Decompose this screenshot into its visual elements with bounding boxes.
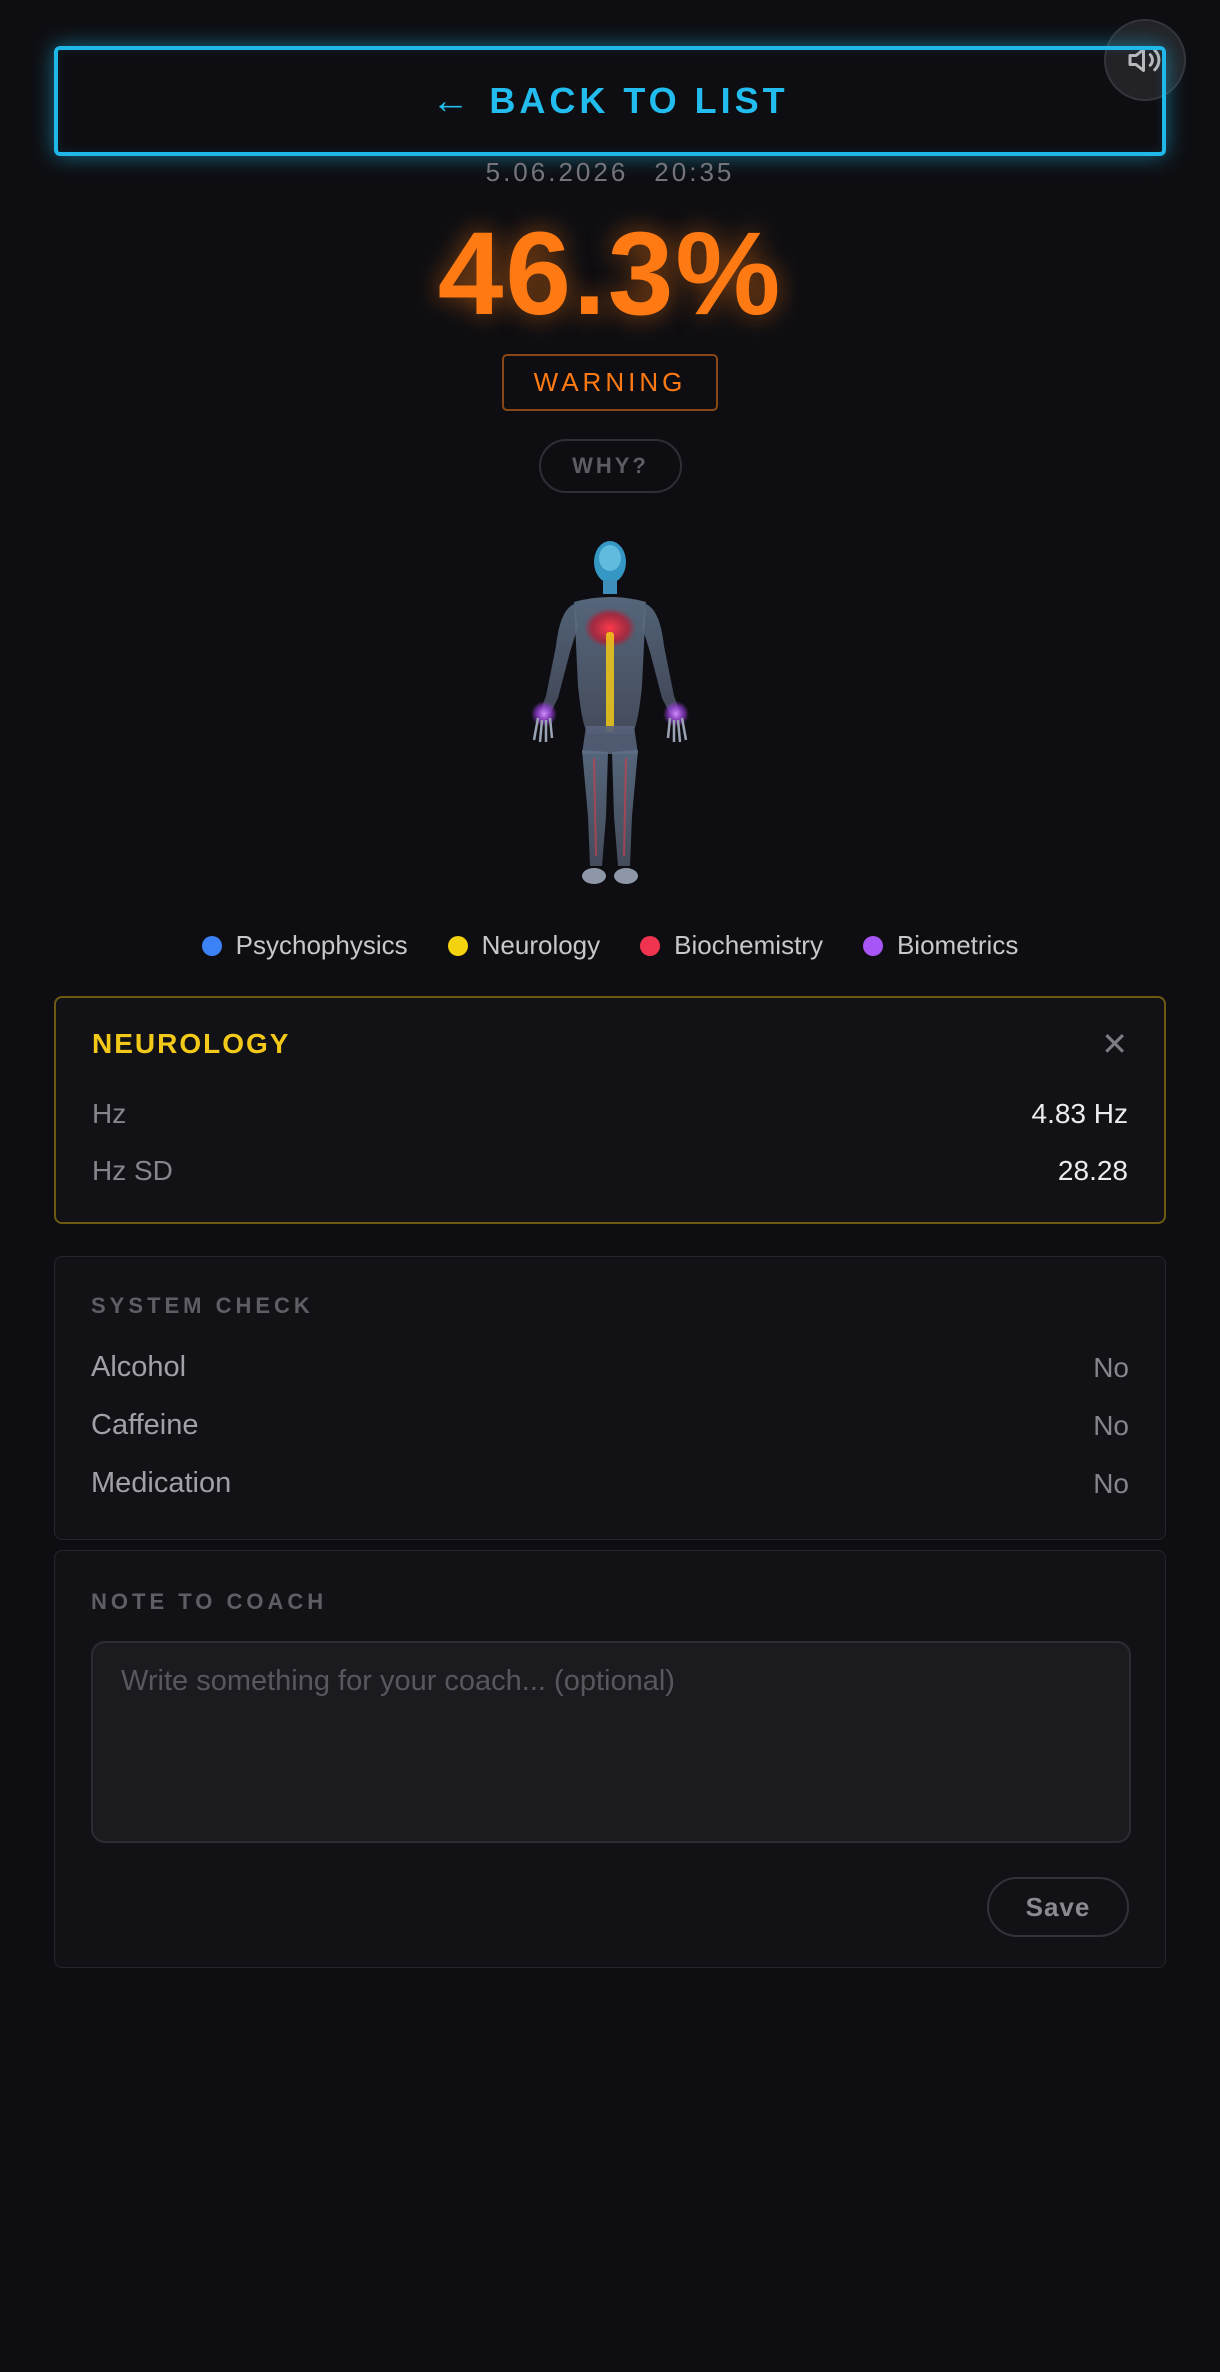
- why-button[interactable]: WHY?: [539, 439, 682, 493]
- system-check-label: Caffeine: [91, 1409, 199, 1441]
- biometrics-dot: [862, 935, 883, 956]
- measurement-time: 20:35: [654, 157, 735, 187]
- system-check-label: Alcohol: [91, 1351, 187, 1383]
- arrow-left-icon: ←: [431, 79, 474, 122]
- detail-value: 4.83 Hz: [1031, 1098, 1129, 1129]
- body-legend: Psychophysics Neurology Biochemistry Bio…: [0, 930, 1220, 961]
- detail-row-hz: Hz 4.83 Hz: [92, 1098, 1128, 1130]
- back-to-list-button[interactable]: ← BACK TO LIST: [54, 46, 1166, 156]
- close-icon[interactable]: ✕: [1101, 1026, 1128, 1062]
- measurement-datetime: 5.06.2026 20:35: [0, 157, 1220, 188]
- status-badge: WARNING: [502, 354, 718, 411]
- system-check-value: No: [1093, 1351, 1129, 1383]
- neurology-detail-card: NEUROLOGY ✕ Hz 4.83 Hz Hz SD 28.28: [54, 996, 1166, 1224]
- note-to-coach-card: NOTE TO COACH Save: [54, 1550, 1166, 1968]
- back-to-list-label: BACK TO LIST: [489, 80, 789, 121]
- measurement-date: 5.06.2026: [485, 157, 629, 187]
- psychophysics-dot: [201, 935, 222, 956]
- legend-label: Neurology: [481, 930, 601, 960]
- system-check-title: SYSTEM CHECK: [91, 1293, 314, 1318]
- neurology-title: NEUROLOGY: [92, 1028, 291, 1059]
- detail-row-hz-sd: Hz SD 28.28: [92, 1155, 1128, 1187]
- note-to-coach-title: NOTE TO COACH: [91, 1589, 328, 1614]
- legend-label: Psychophysics: [235, 930, 408, 960]
- note-to-coach-input[interactable]: [91, 1641, 1131, 1843]
- system-check-value: No: [1093, 1409, 1129, 1441]
- legend-item-neurology: Neurology: [447, 930, 601, 961]
- detail-label: Hz: [92, 1098, 127, 1129]
- system-check-card: SYSTEM CHECK Alcohol No Caffeine No Medi…: [54, 1256, 1166, 1540]
- system-check-row-alcohol: Alcohol No: [91, 1351, 1129, 1384]
- legend-label: Biometrics: [896, 930, 1019, 960]
- detail-label: Hz SD: [92, 1155, 173, 1186]
- score-value: 46.3%: [437, 208, 783, 340]
- save-note-button[interactable]: Save: [987, 1877, 1129, 1937]
- system-check-label: Medication: [91, 1467, 232, 1499]
- biochemistry-dot: [640, 935, 661, 956]
- legend-item-psychophysics: Psychophysics: [201, 930, 408, 961]
- system-check-value: No: [1093, 1467, 1129, 1499]
- neurology-dot: [447, 935, 468, 956]
- detail-value: 28.28: [1057, 1155, 1128, 1186]
- result-detail-page: ← BACK TO LIST 5.06.2026 20:35 46.3% WARN…: [0, 0, 1220, 2372]
- legend-label: Biochemistry: [674, 930, 823, 960]
- system-check-row-caffeine: Caffeine No: [91, 1409, 1129, 1442]
- system-check-row-medication: Medication No: [91, 1467, 1129, 1500]
- legend-item-biometrics: Biometrics: [862, 930, 1019, 961]
- legend-item-biochemistry: Biochemistry: [640, 930, 823, 961]
- human-body-figure: [531, 541, 689, 884]
